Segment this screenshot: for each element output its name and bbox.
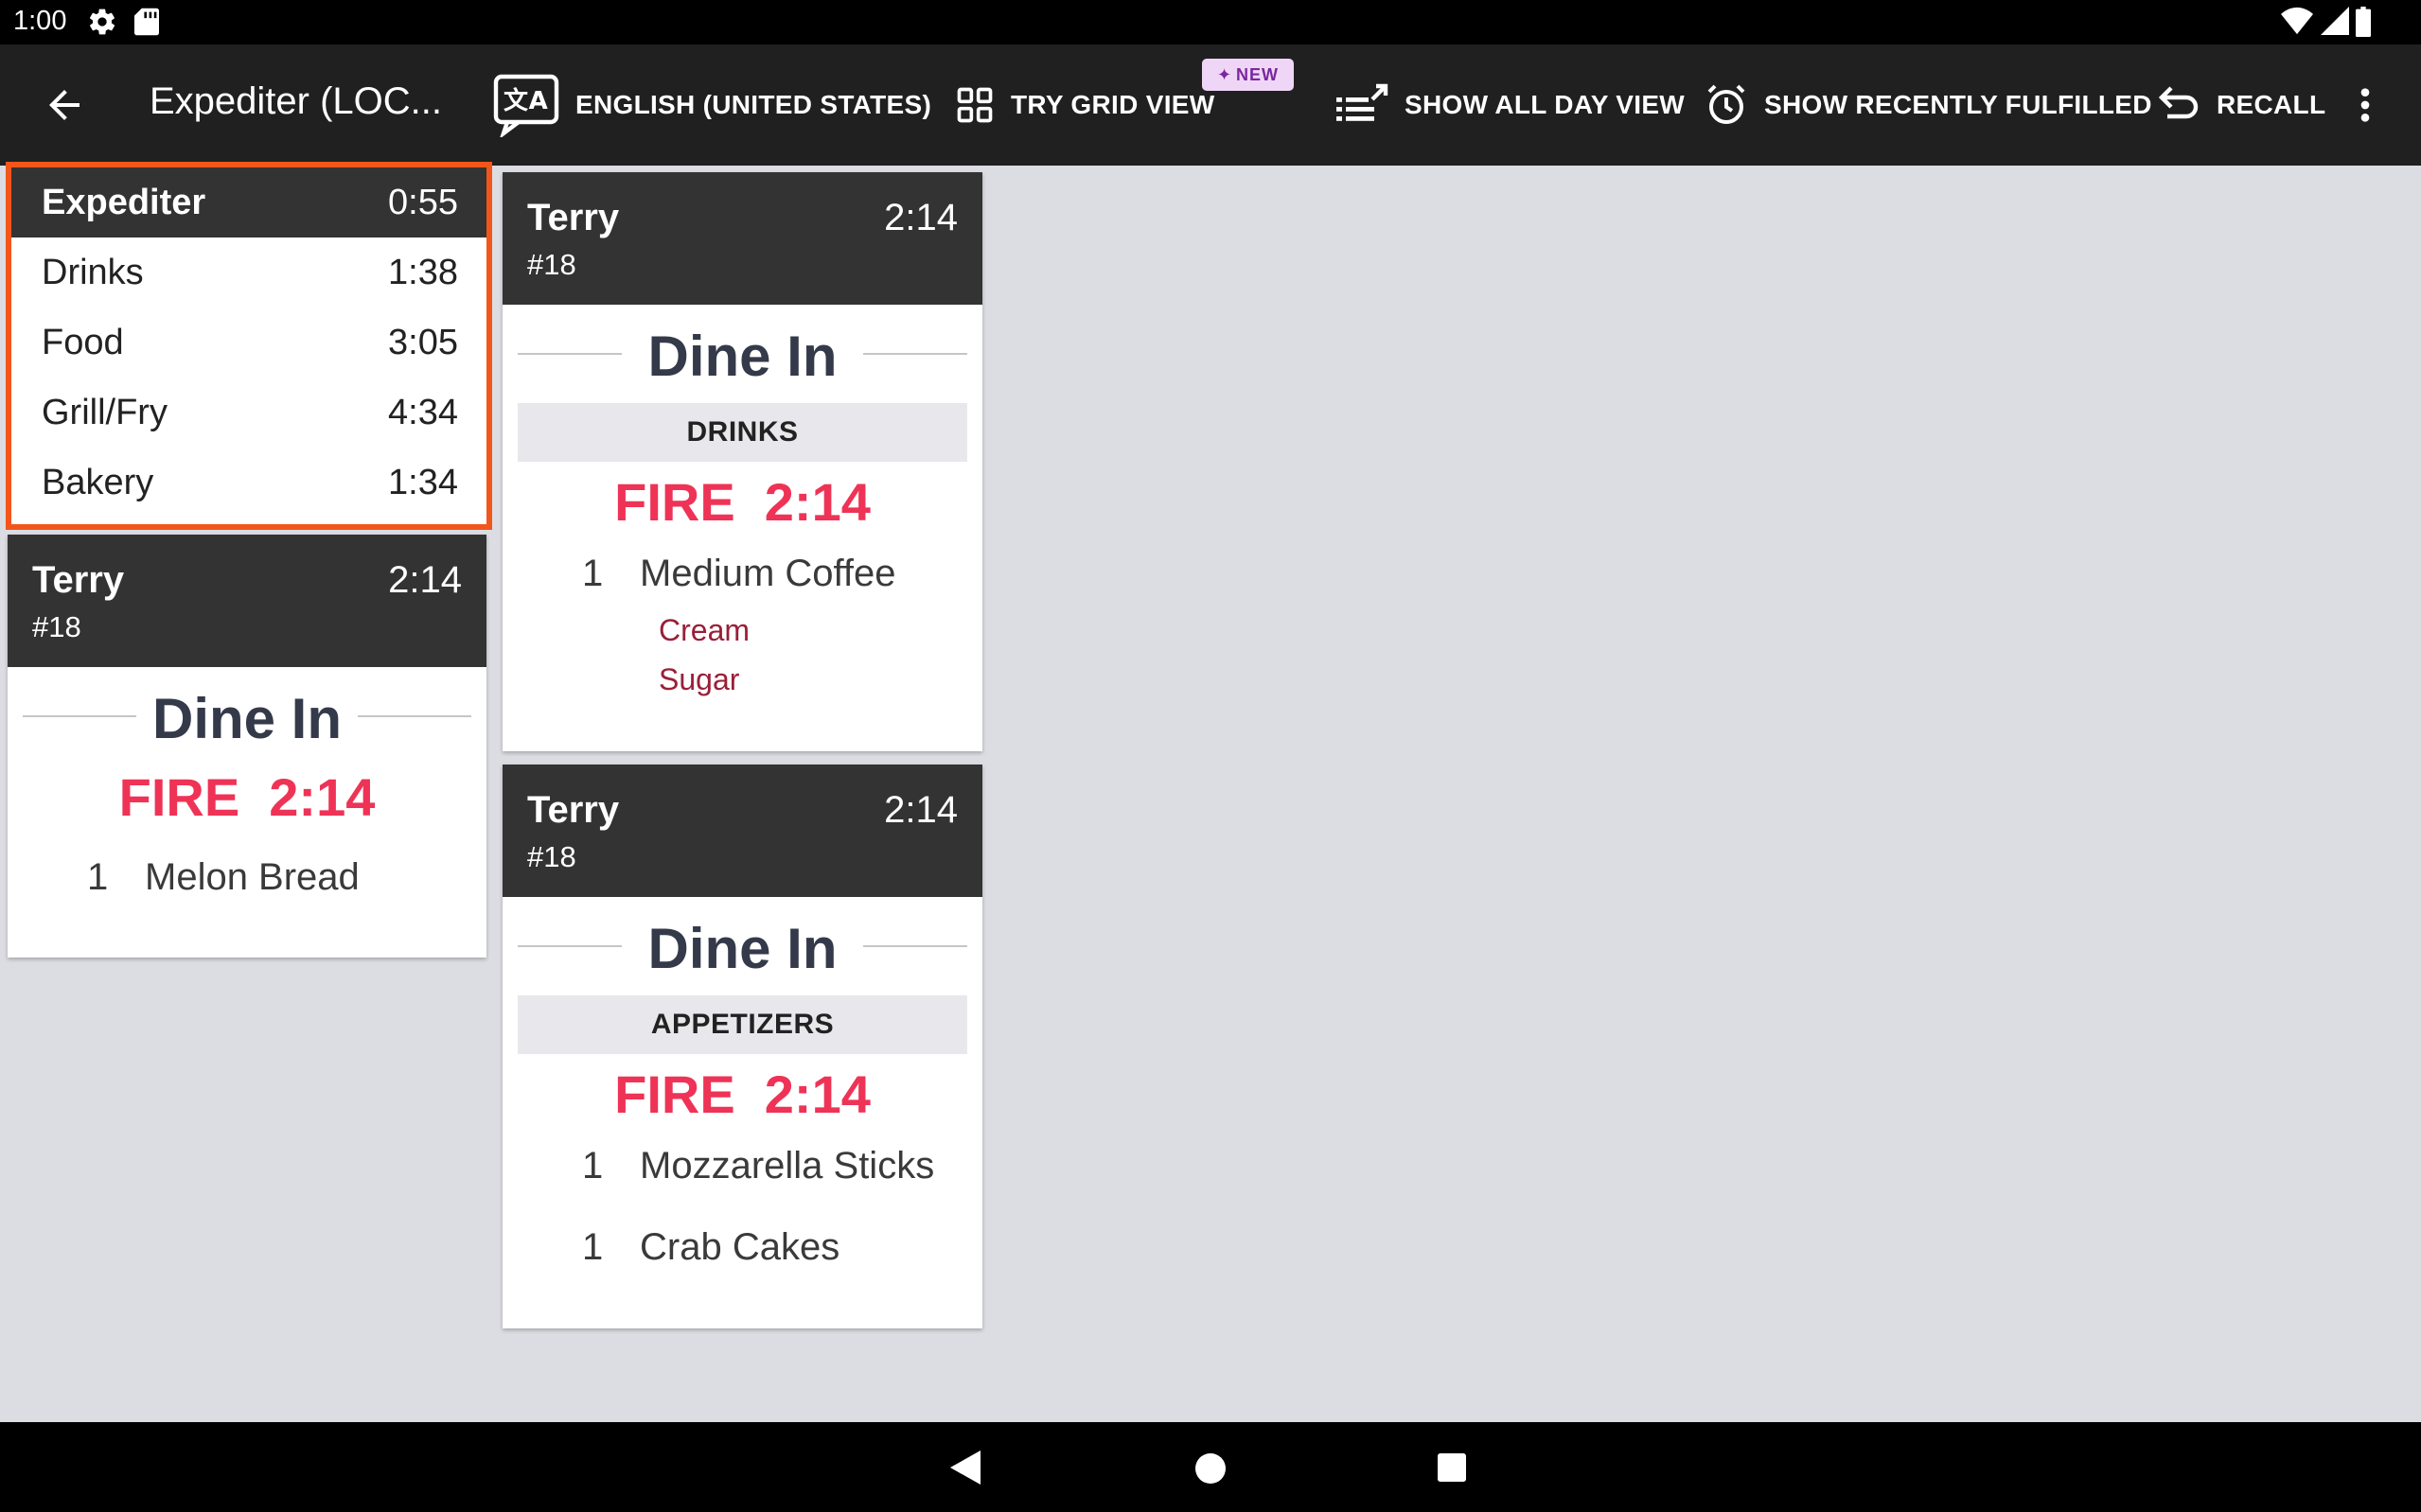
list-expand-icon — [1336, 83, 1388, 121]
ticket-item[interactable]: 1 Melon Bread — [8, 837, 486, 919]
ticket-item[interactable]: 1 Medium Coffee — [503, 543, 982, 617]
station-section-label: DRINKS — [518, 403, 967, 462]
recall-button[interactable]: RECALL — [2156, 77, 2325, 133]
summary-header-row: Expediter 0:55 — [11, 167, 486, 237]
summary-row-label: Drinks — [42, 253, 144, 292]
summary-row-time: 1:38 — [388, 253, 458, 292]
back-arrow-icon[interactable] — [42, 82, 87, 128]
ticket-item[interactable]: 1 Crab Cakes — [503, 1217, 982, 1298]
ticket-number: #18 — [527, 840, 576, 873]
summary-header-time: 0:55 — [388, 183, 458, 222]
all-day-view-label: SHOW ALL DAY VIEW — [1405, 90, 1686, 119]
battery-icon — [2356, 7, 2371, 37]
ticket-header: Terry 2:14 #18 — [503, 765, 982, 897]
item-quantity: 1 — [582, 1226, 604, 1268]
summary-row-label: Food — [42, 323, 124, 362]
summary-row-label: Grill/Fry — [42, 393, 168, 432]
wifi-icon — [2281, 7, 2313, 35]
fire-status: FIRE 2:14 — [614, 1064, 871, 1124]
fire-status: FIRE 2:14 — [614, 472, 871, 532]
station-section-label: APPETIZERS — [518, 995, 967, 1054]
summary-row: Drinks 1:38 — [11, 237, 486, 308]
svg-text:文A: 文A — [504, 86, 548, 115]
summary-row: Grill/Fry 4:34 — [11, 378, 486, 448]
settings-icon — [89, 9, 115, 35]
ticket-customer-name: Terry — [527, 789, 620, 831]
summary-row-time: 3:05 — [388, 323, 458, 362]
item-modifier: Cream — [503, 613, 982, 666]
grid-view-label: TRY GRID VIEW — [1011, 90, 1215, 119]
ticket-number: #18 — [32, 610, 81, 643]
screen-title: Expediter (LOC... — [150, 80, 443, 122]
translate-icon: 文A — [493, 74, 559, 137]
ticket-item[interactable]: 1 Mozzarella Sticks — [503, 1135, 982, 1217]
dining-option-label: Dine In — [151, 687, 342, 750]
summary-row: Food 3:05 — [11, 308, 486, 378]
ticket-header: Terry 2:14 #18 — [503, 172, 982, 305]
status-time: 1:00 — [13, 6, 67, 36]
dining-option-label: Dine In — [647, 917, 838, 980]
system-nav-bar — [0, 1422, 2421, 1512]
ticket-header: Terry 2:14 #18 — [8, 535, 486, 667]
app-bar: Expediter (LOC... 文A ENGLISH (UNITED STA… — [0, 44, 2421, 166]
new-badge: ✦ NEW — [1202, 59, 1294, 91]
dining-option-label: Dine In — [647, 325, 838, 388]
sparkle-icon: ✦ — [1216, 64, 1233, 84]
more-vertical-icon[interactable] — [2351, 86, 2379, 124]
summary-row-label: Bakery — [42, 463, 154, 502]
order-ticket[interactable]: Terry 2:14 #18 Dine In APPETIZERS FIRE 2… — [503, 765, 982, 1328]
modifier-label: Sugar — [659, 662, 740, 696]
summary-header-label: Expediter — [42, 183, 206, 222]
fire-status: FIRE 2:14 — [118, 767, 376, 827]
recently-fulfilled-label: SHOW RECENTLY FULFILLED — [1764, 90, 2152, 119]
order-ticket[interactable]: Terry 2:14 #18 Dine In DRINKS FIRE 2:14 … — [503, 172, 982, 751]
order-ticket[interactable]: Terry 2:14 #18 Dine In FIRE 2:14 1 Melon… — [8, 535, 486, 958]
nav-back-icon[interactable] — [950, 1450, 981, 1485]
signal-icon — [2321, 7, 2349, 35]
grid-view-button[interactable]: TRY GRID VIEW — [954, 77, 1214, 133]
recall-label: RECALL — [2217, 90, 2326, 119]
ticket-elapsed-time: 2:14 — [388, 559, 462, 601]
sd-card-icon — [134, 8, 159, 36]
new-badge-label: NEW — [1236, 64, 1280, 84]
ticket-customer-name: Terry — [527, 197, 620, 238]
undo-icon — [2158, 86, 2199, 119]
language-label: ENGLISH (UNITED STATES) — [575, 90, 932, 119]
item-name: Mozzarella Sticks — [640, 1145, 935, 1187]
item-quantity: 1 — [582, 1145, 604, 1187]
summary-row-time: 4:34 — [388, 393, 458, 432]
language-button[interactable]: 文A ENGLISH (UNITED STATES) — [492, 74, 932, 137]
item-name: Crab Cakes — [640, 1226, 840, 1268]
recently-fulfilled-button[interactable]: SHOW RECENTLY FULFILLED — [1704, 77, 2152, 133]
expediter-summary-card[interactable]: Expediter 0:55 Drinks 1:38 Food 3:05 Gri… — [6, 162, 492, 530]
item-quantity: 1 — [582, 553, 604, 594]
item-name: Medium Coffee — [640, 553, 896, 594]
all-day-view-button[interactable]: SHOW ALL DAY VIEW — [1336, 77, 1685, 133]
nav-recents-icon[interactable] — [1438, 1453, 1466, 1482]
ticket-elapsed-time: 2:14 — [884, 197, 958, 238]
dining-option: Dine In — [503, 305, 982, 403]
dining-option: Dine In — [503, 897, 982, 995]
modifier-label: Cream — [659, 613, 751, 647]
item-name: Melon Bread — [145, 856, 360, 898]
item-modifier: Sugar — [503, 662, 982, 715]
ticket-number: #18 — [527, 248, 576, 281]
nav-home-icon[interactable] — [1195, 1453, 1226, 1484]
summary-row-time: 1:34 — [388, 463, 458, 502]
grid-icon — [957, 87, 993, 123]
dining-option: Dine In — [8, 667, 486, 765]
ticket-elapsed-time: 2:14 — [884, 789, 958, 831]
item-quantity: 1 — [87, 856, 109, 898]
ticket-customer-name: Terry — [32, 559, 125, 601]
status-bar: 1:00 — [0, 0, 2421, 44]
alarm-clock-icon — [1707, 84, 1745, 124]
summary-row: Bakery 1:34 — [11, 448, 486, 518]
